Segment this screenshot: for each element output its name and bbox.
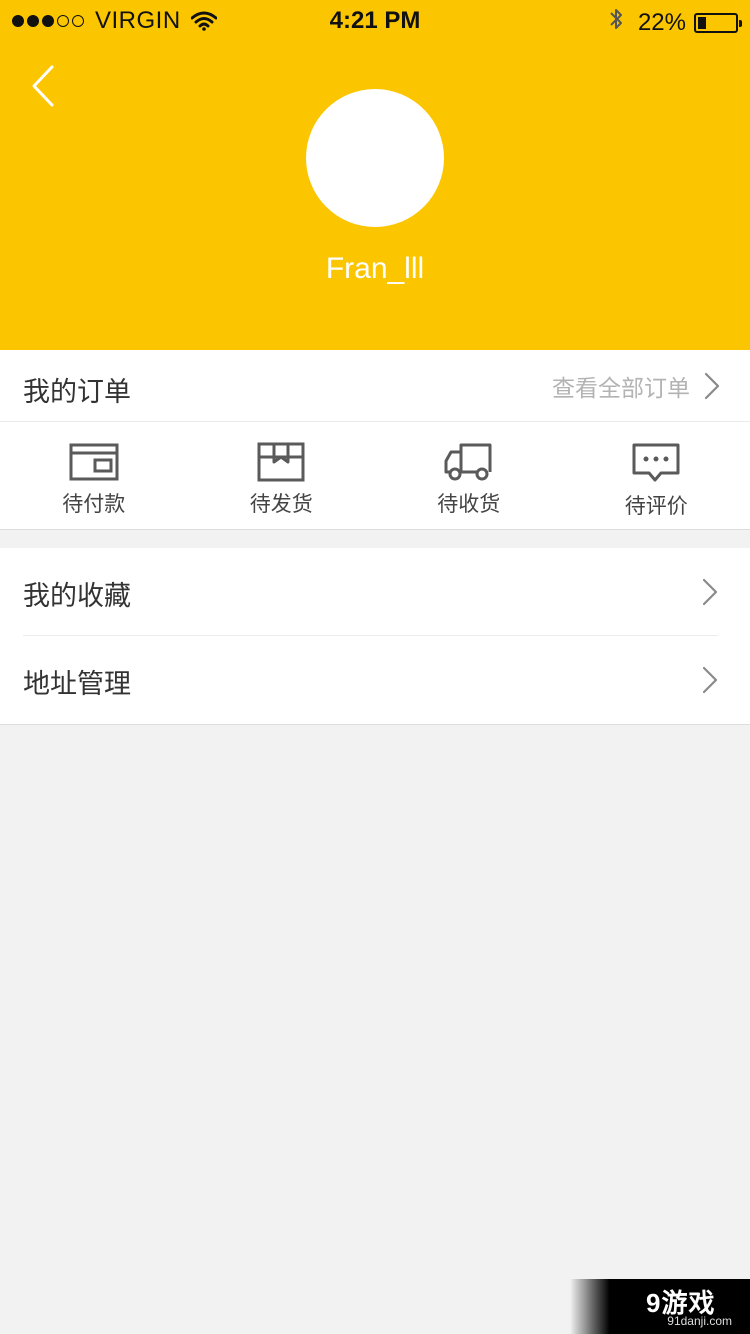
settings-menu: 我的收藏 地址管理: [0, 548, 750, 725]
orders-section: 我的订单 查看全部订单 待付款 待发货 待收货 待评价: [0, 350, 750, 530]
comment-bubble-icon: [632, 443, 680, 482]
menu-item-label: 地址管理: [23, 669, 131, 700]
username: Fran_lll: [325, 252, 425, 285]
orders-title: 我的订单: [23, 377, 131, 408]
back-button[interactable]: [30, 64, 60, 108]
orders-header: 我的订单 查看全部订单: [0, 350, 750, 422]
delivery-truck-icon: [444, 443, 492, 481]
order-tab-label: 待付款: [62, 492, 126, 516]
view-all-orders-label: 查看全部订单: [552, 376, 690, 402]
order-tab-label: 待评价: [624, 494, 688, 518]
status-bar: VIRGIN 4:21 PM 22%: [0, 0, 750, 40]
battery-percent: 22%: [637, 8, 686, 36]
chevron-left-icon: [32, 65, 54, 107]
order-tab-label: 待收货: [437, 492, 501, 516]
order-tab-pending-payment[interactable]: 待付款: [0, 422, 188, 529]
chevron-right-icon: [702, 666, 718, 694]
order-tab-pending-shipment[interactable]: 待发货: [188, 422, 376, 529]
menu-item-address-management[interactable]: 地址管理: [0, 636, 750, 724]
order-tab-pending-review[interactable]: 待评价: [563, 422, 750, 529]
watermark: 9游戏 91danji.com: [570, 1279, 750, 1334]
order-tab-label: 待发货: [249, 492, 313, 516]
order-status-tabs: 待付款 待发货 待收货 待评价: [0, 422, 750, 529]
avatar[interactable]: [306, 89, 444, 227]
menu-item-label: 我的收藏: [23, 581, 131, 612]
profile-header: VIRGIN 4:21 PM 22% Fran_lll: [0, 0, 750, 350]
chevron-right-icon: [702, 578, 718, 606]
menu-item-favorites[interactable]: 我的收藏: [0, 548, 750, 636]
wallet-icon: [69, 443, 119, 481]
watermark-url: 91danji.com: [667, 1314, 732, 1328]
status-right: 22%: [608, 6, 742, 39]
battery-fill: [698, 16, 706, 29]
bluetooth-icon: [608, 6, 624, 39]
package-box-icon: [257, 442, 305, 482]
view-all-orders-link[interactable]: 查看全部订单: [552, 366, 720, 406]
chevron-right-icon: [704, 372, 720, 400]
order-tab-pending-receipt[interactable]: 待收货: [375, 422, 563, 529]
battery-icon: [694, 12, 742, 33]
